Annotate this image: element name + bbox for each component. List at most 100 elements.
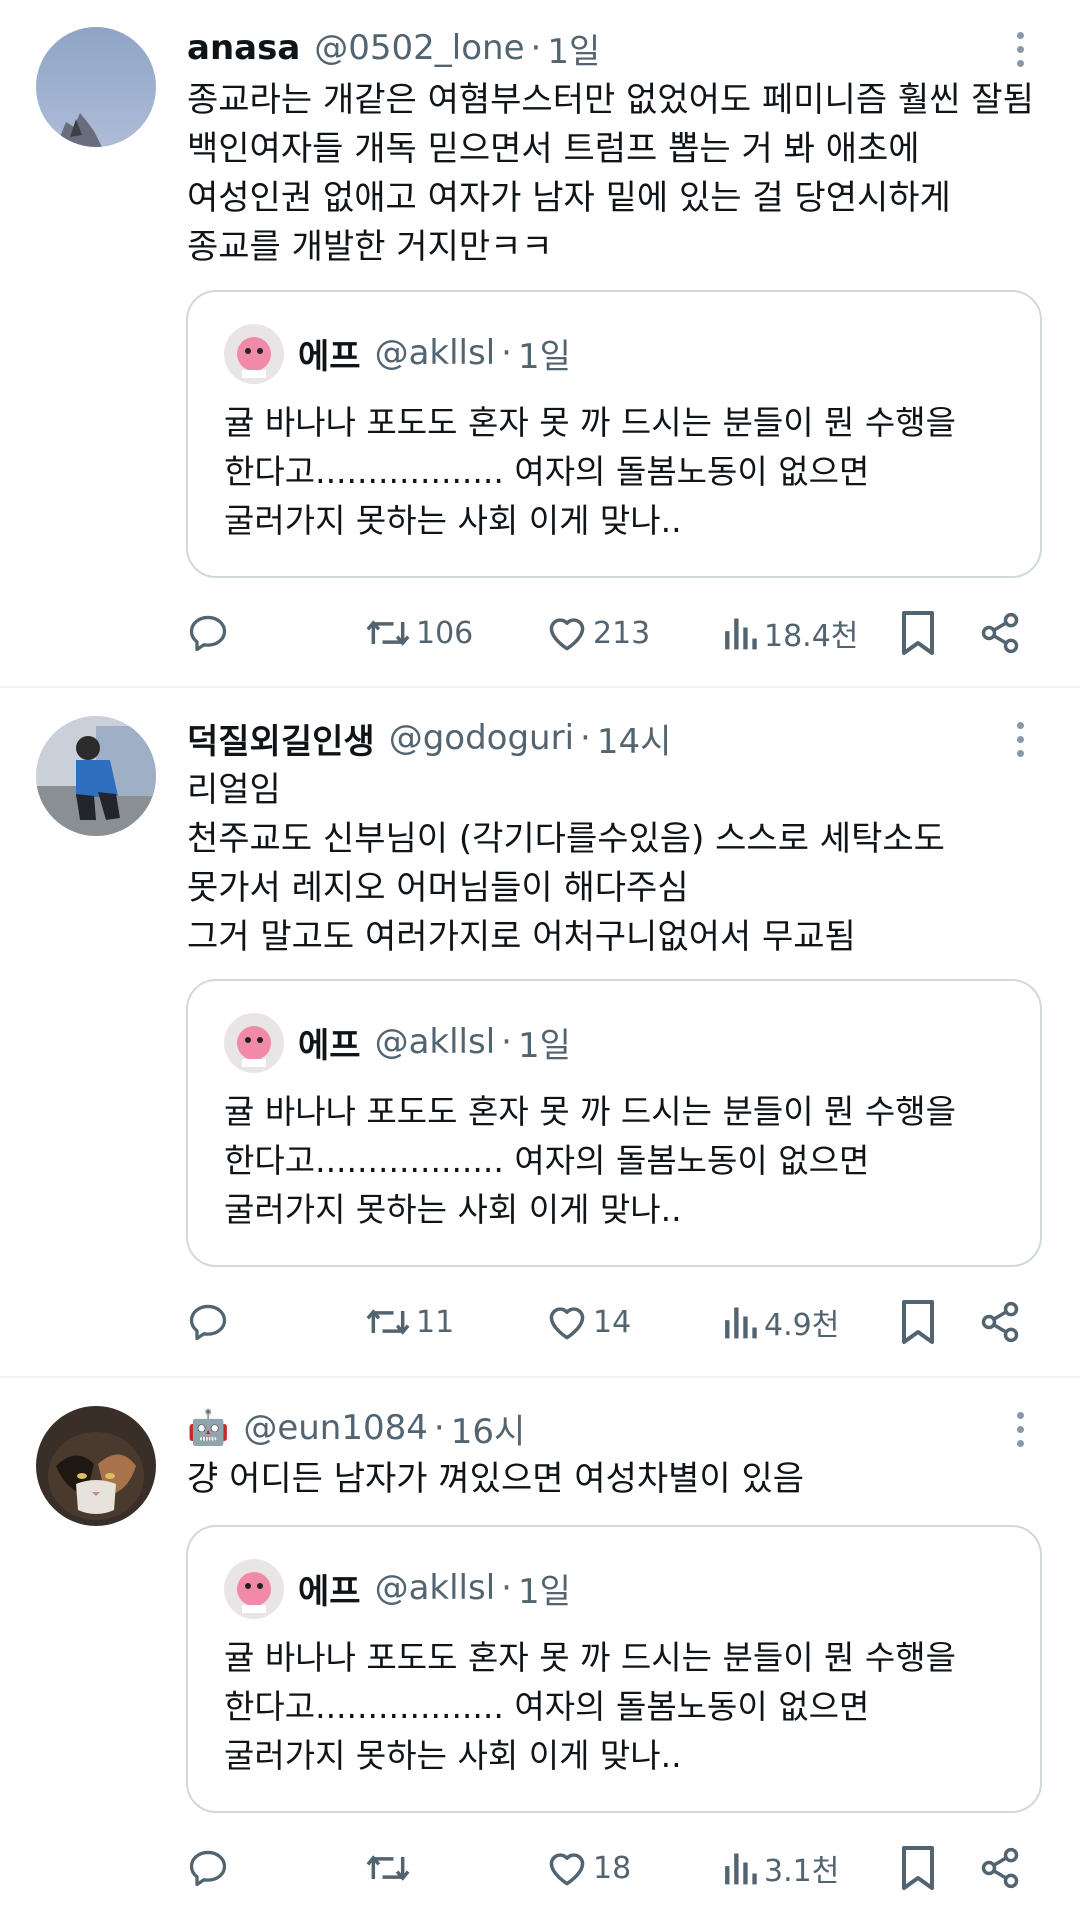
views-icon <box>725 618 757 650</box>
tweet-text-line: 리얼임 <box>187 770 281 810</box>
display-name[interactable]: 🤖 <box>187 1408 229 1448</box>
quote-header: 에프 @akllsl · 1일 <box>298 1563 571 1613</box>
share-button[interactable] <box>978 1292 1022 1352</box>
tweet-text-line: 종교라는 개같은 여혐부스터만 없었어도 페미니즘 훨씬 잘됨 <box>187 80 1034 120</box>
like-button[interactable]: 14 <box>545 1292 631 1352</box>
tweet-text: 리얼임 천주교도 신부님이 (각기다를수있음) 스스로 세탁소도 못가서 레지오… <box>187 766 1067 962</box>
timestamp[interactable]: 1일 <box>547 24 600 73</box>
bookmark-button[interactable] <box>898 1292 938 1352</box>
avatar[interactable] <box>36 27 156 147</box>
share-button[interactable] <box>978 1838 1022 1898</box>
divider <box>0 1376 1080 1378</box>
like-count: 14 <box>593 1304 632 1340</box>
separator-dot: · <box>501 1022 512 1062</box>
quote-header: 에프 @akllsl · 1일 <box>298 1017 571 1067</box>
tweet-header: 🤖 @eun1084 · 16시 <box>187 1403 525 1453</box>
retweet-icon <box>366 1855 410 1881</box>
timestamp[interactable]: 16시 <box>451 1404 526 1453</box>
retweet-count: 106 <box>416 615 474 651</box>
quote-avatar[interactable] <box>224 324 284 384</box>
more-icon <box>1016 721 1024 729</box>
quote-timestamp: 1일 <box>517 1571 571 1612</box>
heart-icon <box>549 1853 585 1886</box>
retweet-icon <box>366 1309 410 1335</box>
quote-avatar[interactable] <box>224 1559 284 1619</box>
retweet-count: 11 <box>416 1304 455 1340</box>
display-name[interactable]: 덕질외길인생 <box>187 714 375 763</box>
tweet-text-line: 그거 말고도 여러가지로 어처구니없어서 무교됨 <box>187 917 856 957</box>
quote-text-line: 굴러가지 못하는 사회 이게 맞나.. <box>224 1736 682 1775</box>
like-button[interactable]: 18 <box>545 1838 631 1898</box>
display-name[interactable]: anasa <box>187 28 300 68</box>
more-options-button[interactable] <box>1000 714 1040 764</box>
views-icon <box>725 1853 757 1885</box>
tweet-text: 걍 어디든 남자가 껴있으면 여성차별이 있음 <box>187 1455 1067 1504</box>
bookmark-button[interactable] <box>898 1838 938 1898</box>
heart-icon <box>549 618 585 651</box>
reply-icon <box>189 615 227 652</box>
avatar[interactable] <box>36 1406 156 1526</box>
quote-header: 에프 @akllsl · 1일 <box>298 328 571 378</box>
more-options-button[interactable] <box>1000 1404 1040 1454</box>
more-icon <box>1016 1411 1024 1419</box>
bookmark-icon <box>902 1846 934 1890</box>
quote-text-line: 귤 바나나 포도도 혼자 못 까 드시는 분들이 뭔 수행을 <box>224 1092 956 1131</box>
share-icon <box>981 612 1019 654</box>
quote-text-line: 귤 바나나 포도도 혼자 못 까 드시는 분들이 뭔 수행을 <box>224 403 956 442</box>
views-button[interactable]: 3.1천 <box>720 1838 839 1898</box>
bookmark-button[interactable] <box>898 603 938 663</box>
share-button[interactable] <box>978 603 1022 663</box>
retweet-button[interactable]: 106 <box>364 603 473 663</box>
quote-tweet[interactable]: 에프 @akllsl · 1일 귤 바나나 포도도 혼자 못 까 드시는 분들이… <box>186 1525 1042 1813</box>
reply-button[interactable] <box>186 1292 230 1352</box>
more-options-button[interactable] <box>1000 24 1040 74</box>
like-button[interactable]: 213 <box>545 603 650 663</box>
views-button[interactable]: 18.4천 <box>720 603 858 663</box>
quote-user-handle: @akllsl <box>374 333 496 373</box>
tweet-text-line: 걍 어디든 남자가 껴있으면 여성차별이 있음 <box>187 1459 805 1499</box>
separator-dot: · <box>501 1568 512 1608</box>
quote-text-line: 굴러가지 못하는 사회 이게 맞나.. <box>224 501 682 540</box>
views-count: 4.9천 <box>764 1308 840 1343</box>
action-bar: 106 213 18.4천 <box>0 603 1080 663</box>
user-handle[interactable]: @0502_lone <box>314 28 524 68</box>
tweet-text-line: 못가서 레지오 어머님들이 해다주심 <box>187 868 689 908</box>
user-handle[interactable]: @godoguri <box>389 718 574 758</box>
tweet-text-line: 백인여자들 개독 믿으면서 트럼프 뽑는 거 봐 애초에 <box>187 129 920 169</box>
views-button[interactable]: 4.9천 <box>720 1292 839 1352</box>
reply-button[interactable] <box>186 1838 230 1898</box>
share-icon <box>981 1847 1019 1889</box>
quote-text-line: 굴러가지 못하는 사회 이게 맞나.. <box>224 1190 682 1229</box>
separator-dot: · <box>501 333 512 373</box>
more-icon <box>1016 31 1024 39</box>
views-count: 18.4천 <box>764 619 859 654</box>
retweet-icon <box>366 620 410 646</box>
timestamp[interactable]: 14시 <box>597 714 672 763</box>
separator-dot: · <box>580 718 591 758</box>
quote-text-line: 한다고.................. 여자의 돌봄노동이 없으면 <box>224 452 870 491</box>
tweet-text-line: 여성인권 없애고 여자가 남자 밑에 있는 걸 당연시하게 <box>187 178 951 218</box>
share-icon <box>981 1301 1019 1343</box>
avatar[interactable] <box>36 716 156 836</box>
quote-user-handle: @akllsl <box>374 1568 496 1608</box>
views-icon <box>725 1307 757 1339</box>
quote-text: 귤 바나나 포도도 혼자 못 까 드시는 분들이 뭔 수행을 한다고......… <box>224 1087 956 1234</box>
tweet-header: 덕질외길인생 @godoguri · 14시 <box>187 713 671 763</box>
separator-dot: · <box>433 1408 445 1448</box>
quote-avatar[interactable] <box>224 1013 284 1073</box>
quote-timestamp: 1일 <box>517 336 571 377</box>
quote-display-name: 에프 <box>298 1025 361 1066</box>
views-count: 3.1천 <box>764 1854 840 1889</box>
quote-tweet[interactable]: 에프 @akllsl · 1일 귤 바나나 포도도 혼자 못 까 드시는 분들이… <box>186 290 1042 578</box>
user-handle[interactable]: @eun1084 <box>243 1408 428 1448</box>
separator-dot: · <box>530 28 542 68</box>
action-bar: 11 14 4.9천 <box>0 1292 1080 1352</box>
like-count: 213 <box>593 615 651 651</box>
reply-button[interactable] <box>186 603 230 663</box>
bookmark-icon <box>902 611 934 655</box>
divider <box>0 686 1080 688</box>
quote-tweet[interactable]: 에프 @akllsl · 1일 귤 바나나 포도도 혼자 못 까 드시는 분들이… <box>186 979 1042 1267</box>
retweet-button[interactable] <box>364 1838 416 1898</box>
tweet-header: anasa @0502_lone · 1일 <box>187 23 600 73</box>
retweet-button[interactable]: 11 <box>364 1292 454 1352</box>
